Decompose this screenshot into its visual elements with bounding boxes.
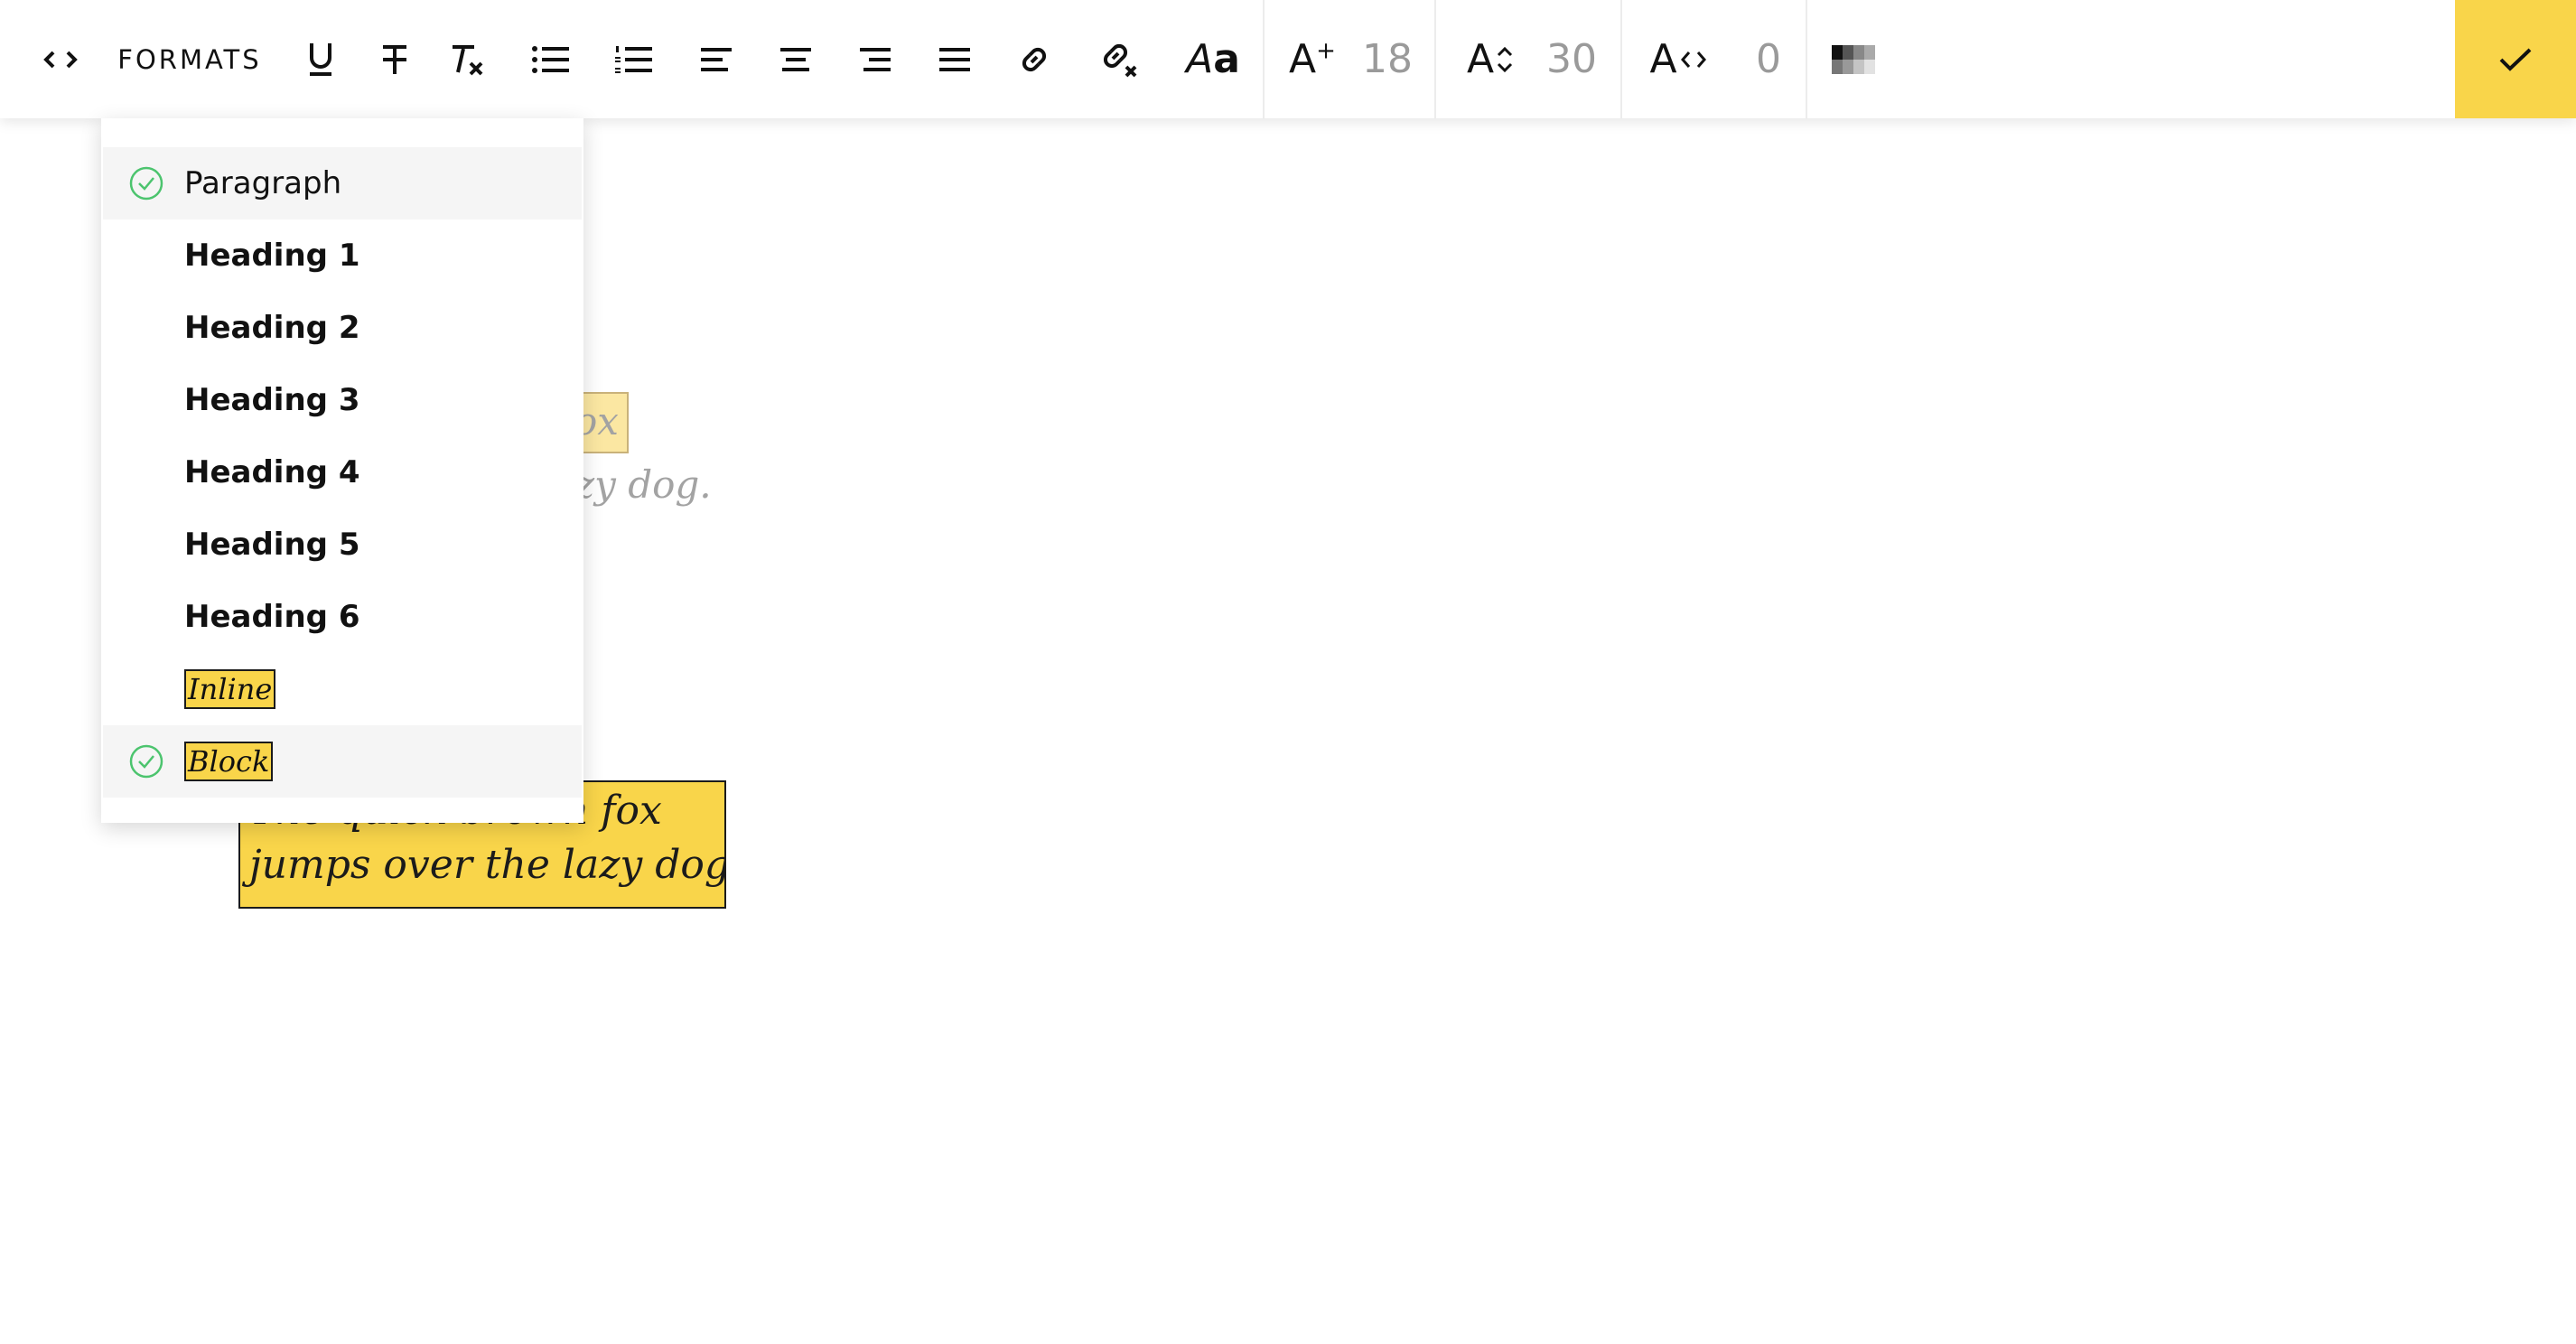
format-item-heading-2[interactable]: Heading 2 xyxy=(103,292,582,364)
letter-spacing-letter: A xyxy=(1649,36,1677,82)
check-circle-icon xyxy=(129,744,163,779)
confirm-button[interactable] xyxy=(2455,0,2576,118)
format-item-label: Heading 4 xyxy=(184,454,360,490)
underline-button[interactable] xyxy=(298,0,343,118)
numbered-list-button[interactable] xyxy=(611,0,656,118)
link-icon xyxy=(1022,47,1047,71)
align-right-button[interactable] xyxy=(853,0,898,118)
align-center-button[interactable] xyxy=(773,0,818,118)
faded-text-fragment-2[interactable]: zy dog. xyxy=(574,462,712,507)
color-swatch-icon xyxy=(1832,44,1875,74)
font-style-label-bold: a xyxy=(1213,36,1240,82)
code-view-icon xyxy=(43,51,78,68)
clear-format-button[interactable] xyxy=(446,0,491,118)
block-line-2: jumps over the lazy dog. xyxy=(249,842,726,888)
formats-label: FORMATS xyxy=(117,43,262,75)
code-view-button[interactable] xyxy=(36,0,85,118)
align-center-icon xyxy=(780,47,811,71)
bulleted-list-button[interactable] xyxy=(527,0,573,118)
clear-format-icon xyxy=(453,44,483,75)
format-item-heading-1[interactable]: Heading 1 xyxy=(103,219,582,292)
letter-spacing-icon: A xyxy=(1649,36,1706,82)
unlink-icon xyxy=(1103,43,1137,77)
font-size-button[interactable]: A+ xyxy=(1289,0,1336,118)
check-icon xyxy=(2499,48,2532,71)
align-left-button[interactable] xyxy=(694,0,739,118)
line-height-button[interactable]: A xyxy=(1461,0,1519,118)
letter-spacing-value[interactable]: 0 xyxy=(1756,0,1781,118)
font-style-button[interactable]: Aa xyxy=(1181,0,1245,118)
format-item-heading-6[interactable]: Heading 6 xyxy=(103,581,582,653)
line-height-icon: A xyxy=(1467,36,1514,82)
toolbar-separator xyxy=(1620,0,1622,118)
justify-icon xyxy=(939,47,970,71)
formats-button[interactable]: FORMATS xyxy=(117,0,262,118)
align-right-icon xyxy=(860,47,891,71)
font-size-icon: A+ xyxy=(1289,36,1336,82)
format-item-inline[interactable]: Inline xyxy=(103,653,582,725)
link-button[interactable] xyxy=(1012,0,1057,118)
strikethrough-icon xyxy=(383,44,406,74)
format-item-label: Heading 5 xyxy=(184,527,360,563)
font-size-value[interactable]: 18 xyxy=(1362,0,1413,118)
toolbar-separator xyxy=(1263,0,1265,118)
line-height-value[interactable]: 30 xyxy=(1546,0,1597,118)
toolbar-separator xyxy=(1434,0,1436,118)
underline-icon xyxy=(310,42,331,76)
formats-dropdown: Paragraph Heading 1 Heading 2 Heading 3 … xyxy=(101,118,583,823)
format-item-block[interactable]: Block xyxy=(103,725,582,798)
format-item-label: Inline xyxy=(184,669,276,709)
unlink-button[interactable] xyxy=(1095,0,1143,118)
format-item-heading-4[interactable]: Heading 4 xyxy=(103,436,582,509)
align-left-icon xyxy=(701,47,732,71)
numbered-list-icon xyxy=(615,45,652,73)
font-style-icon: Aa xyxy=(1186,36,1240,82)
strikethrough-button[interactable] xyxy=(372,0,417,118)
font-style-label-italic: A xyxy=(1186,36,1214,82)
format-item-label: Heading 2 xyxy=(184,310,360,346)
justify-button[interactable] xyxy=(932,0,977,118)
editor-toolbar: FORMATS Aa A+ 18 A 30 A 0 xyxy=(0,0,2576,118)
format-item-label: Heading 1 xyxy=(184,238,360,274)
check-circle-icon xyxy=(129,166,163,201)
toolbar-separator xyxy=(1806,0,1807,118)
format-item-label: Block xyxy=(184,742,274,781)
color-button[interactable] xyxy=(1832,0,1877,118)
format-item-label: Heading 6 xyxy=(184,599,360,635)
bulleted-list-icon xyxy=(532,45,569,73)
line-height-letter: A xyxy=(1466,36,1495,82)
font-size-letter: A xyxy=(1289,36,1317,82)
format-item-heading-3[interactable]: Heading 3 xyxy=(103,364,582,436)
format-item-heading-5[interactable]: Heading 5 xyxy=(103,509,582,581)
letter-spacing-button[interactable]: A xyxy=(1647,0,1709,118)
format-item-label: Heading 3 xyxy=(184,382,360,418)
format-item-paragraph[interactable]: Paragraph xyxy=(103,147,582,219)
format-item-label: Paragraph xyxy=(184,165,342,201)
font-size-sup: + xyxy=(1316,37,1336,65)
